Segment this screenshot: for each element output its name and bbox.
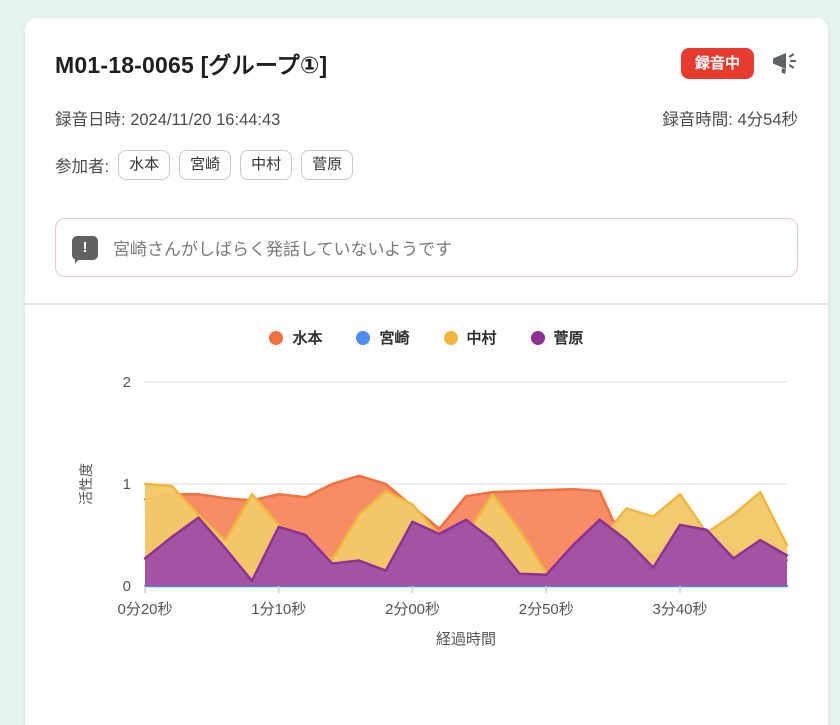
x-tick-label: 1分10秒	[251, 601, 306, 618]
y-tick-label: 1	[123, 476, 131, 493]
recorded-at-value: 2024/11/20 16:44:43	[130, 111, 280, 129]
page-title: M01-18-0065 [グループ①]	[55, 46, 327, 80]
legend-item[interactable]: 菅原	[531, 327, 584, 348]
y-tick-label: 0	[123, 578, 131, 595]
duration: 録音時間: 4分54秒	[662, 106, 798, 130]
x-tick-label: 2分50秒	[519, 601, 574, 618]
meta-row: 録音日時: 2024/11/20 16:44:43 録音時間: 4分54秒	[55, 106, 798, 130]
legend-item[interactable]: 中村	[444, 327, 497, 348]
x-tick-label: 0分20秒	[117, 601, 172, 618]
legend-label: 中村	[467, 327, 497, 348]
participants-label: 参加者:	[55, 153, 109, 177]
header-actions: 録音中	[681, 48, 798, 79]
section-divider	[25, 303, 828, 305]
participant-chip: 宮崎	[179, 150, 231, 180]
alert-text: 宮崎さんがしばらく発話していないようです	[113, 235, 452, 260]
participant-chip: 中村	[240, 150, 292, 180]
legend-label: 菅原	[554, 327, 584, 348]
chart-legend: 水本 宮崎 中村 菅原	[55, 327, 798, 348]
x-tick-label: 3分40秒	[652, 601, 707, 618]
duration-label: 録音時間:	[662, 111, 733, 129]
recording-status-badge: 録音中	[681, 48, 754, 79]
legend-label: 水本	[292, 327, 322, 348]
participant-chip-list: 水本宮崎中村菅原	[118, 150, 353, 180]
recorded-at: 録音日時: 2024/11/20 16:44:43	[55, 106, 280, 130]
x-tick-label: 2分00秒	[385, 601, 440, 618]
session-card: M01-18-0065 [グループ①] 録音中	[25, 18, 828, 725]
recorded-at-label: 録音日時:	[55, 111, 126, 129]
activity-chart: 0 1 2 0分20秒 1分10秒 2分00秒 2分50秒 3分40秒経過時間 活性度	[55, 354, 798, 654]
card-header: M01-18-0065 [グループ①] 録音中	[55, 46, 798, 80]
legend-item[interactable]: 宮崎	[356, 327, 409, 348]
legend-item[interactable]: 水本	[269, 327, 322, 348]
legend-dot	[531, 331, 545, 345]
y-axis-title: 活性度	[78, 463, 94, 505]
legend-dot	[444, 331, 458, 345]
participant-chip: 水本	[118, 150, 170, 180]
legend-dot	[356, 331, 370, 345]
participants-row: 参加者: 水本宮崎中村菅原	[55, 150, 798, 180]
megaphone-icon[interactable]	[770, 49, 798, 77]
x-axis-title: 経過時間	[436, 631, 496, 648]
speech-exclamation-icon: !	[72, 236, 98, 260]
legend-dot	[269, 331, 283, 345]
legend-label: 宮崎	[379, 327, 409, 348]
duration-value: 4分54秒	[737, 111, 798, 129]
page-background: M01-18-0065 [グループ①] 録音中	[0, 0, 840, 725]
inactivity-alert: ! 宮崎さんがしばらく発話していないようです	[55, 218, 798, 277]
y-tick-label: 2	[123, 374, 131, 391]
participant-chip: 菅原	[301, 150, 353, 180]
